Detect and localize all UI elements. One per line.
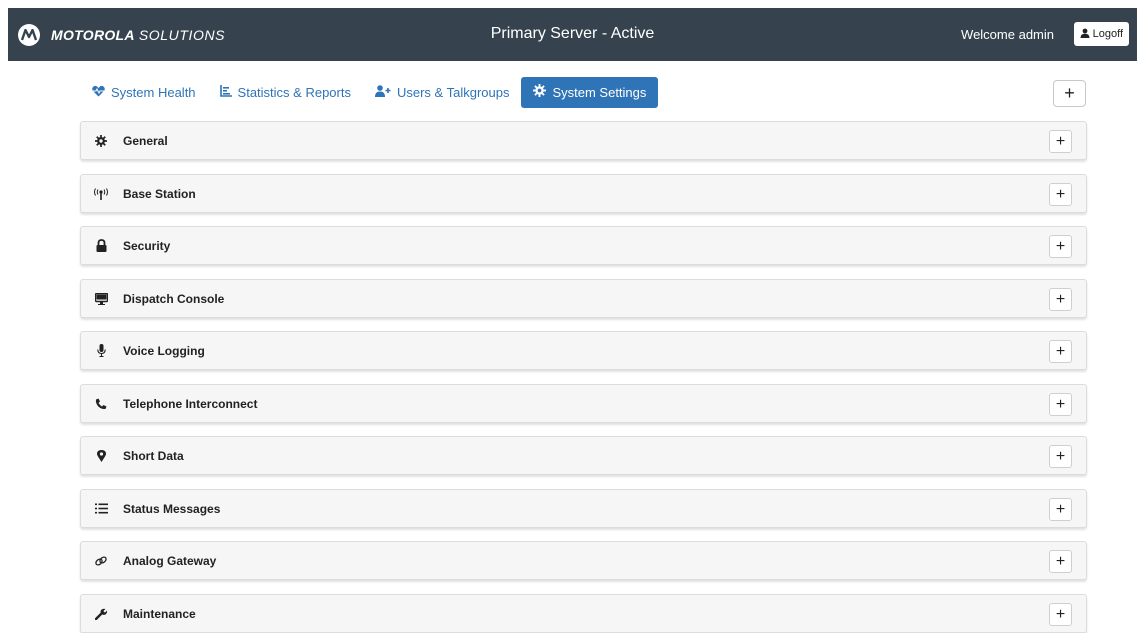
- section-analog-gateway[interactable]: Analog Gateway +: [80, 541, 1087, 580]
- section-title: Security: [123, 238, 171, 253]
- expand-toggle-button[interactable]: +: [1049, 603, 1072, 626]
- section-title: Dispatch Console: [123, 291, 225, 306]
- user-icon: [1080, 28, 1093, 41]
- section-dispatch-console[interactable]: Dispatch Console +: [80, 279, 1087, 318]
- section-short-data[interactable]: Short Data +: [80, 436, 1087, 475]
- tab-label: Users & Talkgroups: [396, 84, 510, 100]
- antenna-icon: [91, 187, 111, 200]
- tab-label: System Health: [111, 84, 196, 100]
- chart-icon: [219, 84, 238, 100]
- expand-toggle-button[interactable]: +: [1049, 340, 1072, 363]
- header-bar: MOTOROLA SOLUTIONS Primary Server - Acti…: [8, 8, 1137, 61]
- tab-system-settings[interactable]: System Settings: [521, 76, 659, 108]
- section-title: Analog Gateway: [123, 553, 217, 568]
- section-status-messages[interactable]: Status Messages +: [80, 489, 1087, 528]
- section-title: Voice Logging: [123, 343, 205, 358]
- phone-icon: [91, 398, 111, 410]
- section-general[interactable]: General +: [80, 121, 1087, 160]
- section-title: Maintenance: [123, 606, 196, 621]
- map-marker-icon: [91, 449, 111, 462]
- section-security[interactable]: Security +: [80, 226, 1087, 265]
- expand-toggle-button[interactable]: +: [1049, 393, 1072, 416]
- tab-system-health[interactable]: System Health: [80, 77, 208, 108]
- tab-label: Statistics & Reports: [237, 84, 351, 100]
- microphone-icon: [91, 344, 111, 357]
- section-telephone-interconnect[interactable]: Telephone Interconnect +: [80, 384, 1087, 423]
- section-title: Base Station: [123, 186, 196, 201]
- tab-statistics-reports[interactable]: Statistics & Reports: [208, 77, 363, 108]
- expand-toggle-button[interactable]: +: [1049, 550, 1072, 573]
- link-icon: [91, 555, 111, 567]
- expand-toggle-button[interactable]: +: [1049, 498, 1072, 521]
- expand-toggle-button[interactable]: +: [1049, 445, 1072, 468]
- section-title: Telephone Interconnect: [123, 396, 258, 411]
- tab-label: System Settings: [552, 84, 647, 100]
- section-base-station[interactable]: Base Station +: [80, 174, 1087, 213]
- section-title: Short Data: [123, 448, 184, 463]
- logoff-label: Logoff: [1092, 28, 1123, 40]
- expand-toggle-button[interactable]: +: [1049, 130, 1072, 153]
- user-plus-icon: [374, 84, 397, 100]
- main-tabs: System Health Statistics & Reports Users…: [80, 76, 659, 108]
- section-voice-logging[interactable]: Voice Logging +: [80, 331, 1087, 370]
- lock-icon: [91, 239, 111, 252]
- list-icon: [91, 503, 111, 514]
- section-title: Status Messages: [123, 501, 221, 516]
- gear-icon: [533, 84, 552, 100]
- section-title: General: [123, 133, 168, 148]
- logoff-button[interactable]: Logoff: [1073, 22, 1129, 46]
- desktop-icon: [91, 292, 111, 305]
- heart-pulse-icon: [92, 85, 111, 100]
- expand-toggle-button[interactable]: +: [1049, 235, 1072, 258]
- wrench-icon: [91, 608, 111, 620]
- section-maintenance[interactable]: Maintenance +: [80, 594, 1087, 633]
- expand-toggle-button[interactable]: +: [1049, 183, 1072, 206]
- tab-users-talkgroups[interactable]: Users & Talkgroups: [363, 77, 521, 108]
- expand-toggle-button[interactable]: +: [1049, 288, 1072, 311]
- expand-all-button[interactable]: +: [1053, 80, 1086, 107]
- gear-icon: [91, 134, 111, 147]
- welcome-text: Welcome admin: [961, 27, 1054, 42]
